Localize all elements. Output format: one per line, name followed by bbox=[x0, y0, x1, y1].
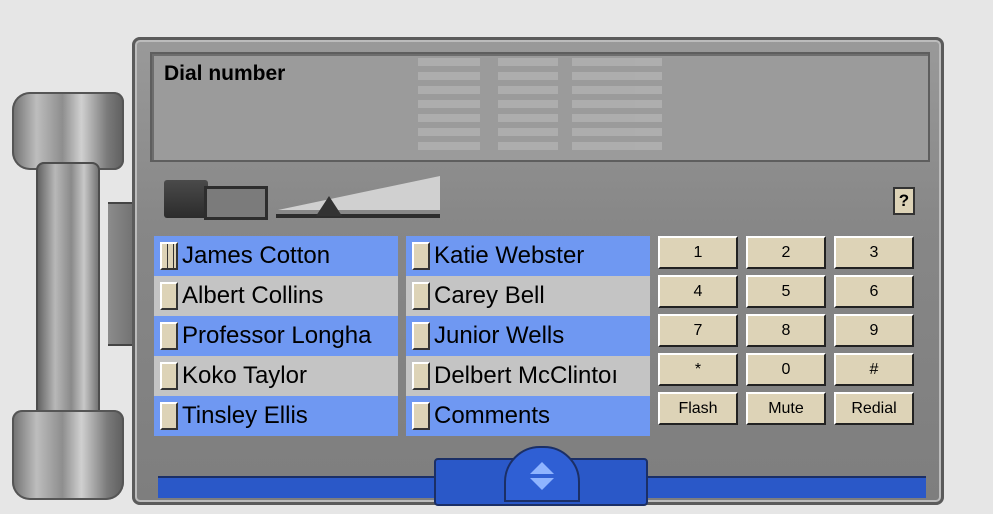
speed-dial-button[interactable] bbox=[160, 242, 178, 270]
volume-track bbox=[276, 214, 440, 218]
speed-dial-name: Professor Longha bbox=[182, 322, 372, 349]
speed-dial-entry[interactable]: Delbert McClintoı bbox=[406, 356, 650, 396]
speed-dial-name: Comments bbox=[434, 402, 551, 429]
speed-dial-button[interactable] bbox=[412, 282, 430, 310]
help-button[interactable]: ? bbox=[893, 187, 915, 215]
speed-dial-button[interactable] bbox=[160, 322, 178, 350]
speed-dial-entry[interactable]: Junior Wells bbox=[406, 316, 650, 356]
key-2[interactable]: 2 bbox=[746, 236, 826, 269]
key-hash[interactable]: # bbox=[834, 353, 914, 386]
key-star[interactable]: * bbox=[658, 353, 738, 386]
speed-dial-button[interactable] bbox=[160, 282, 178, 310]
display-title: Dial number bbox=[164, 62, 286, 85]
speed-dial-button[interactable] bbox=[412, 362, 430, 390]
redial-button[interactable]: Redial bbox=[834, 392, 914, 425]
speed-dial-entry[interactable]: Koko Taylor bbox=[154, 356, 398, 396]
speed-dial-name: Katie Webster bbox=[434, 242, 585, 269]
display-panel: Dial number bbox=[150, 52, 930, 162]
ibm-logo bbox=[418, 58, 662, 154]
speed-dial-button[interactable] bbox=[412, 322, 430, 350]
speed-dial-entry[interactable]: Comments bbox=[406, 396, 650, 436]
key-6[interactable]: 6 bbox=[834, 275, 914, 308]
speed-dial-column-1: James Cotton Albert Collins Professor Lo… bbox=[154, 236, 398, 436]
handset-earpiece bbox=[12, 92, 124, 170]
speed-dial-name: Albert Collins bbox=[182, 282, 324, 309]
speed-dial-entry[interactable]: Katie Webster bbox=[406, 236, 650, 276]
speed-dial-button[interactable] bbox=[412, 402, 430, 430]
speed-dial-entry[interactable]: Albert Collins bbox=[154, 276, 398, 316]
key-5[interactable]: 5 bbox=[746, 275, 826, 308]
speed-dial-entry[interactable]: Professor Longha bbox=[154, 316, 398, 356]
handset-mouthpiece bbox=[12, 410, 124, 500]
speed-dial-entry[interactable]: James Cotton bbox=[154, 236, 398, 276]
volume-slider[interactable] bbox=[276, 196, 440, 222]
speed-dial-button[interactable] bbox=[160, 402, 178, 430]
speed-dial-entry[interactable]: Carey Bell bbox=[406, 276, 650, 316]
speed-dial-column-2: Katie Webster Carey Bell Junior Wells De… bbox=[406, 236, 650, 436]
key-0[interactable]: 0 bbox=[746, 353, 826, 386]
speed-dial-entry[interactable]: Tinsley Ellis bbox=[154, 396, 398, 436]
key-1[interactable]: 1 bbox=[658, 236, 738, 269]
speed-dial-name: Koko Taylor bbox=[182, 362, 307, 389]
speed-dial-name: Junior Wells bbox=[434, 322, 565, 349]
volume-thumb[interactable] bbox=[316, 196, 342, 216]
dial-keypad: 1 2 3 4 5 6 7 8 9 * 0 # Flash Mute Redia… bbox=[658, 236, 914, 425]
speed-dial-name: Delbert McClintoı bbox=[434, 362, 619, 389]
key-8[interactable]: 8 bbox=[746, 314, 826, 347]
speed-dial-name: Tinsley Ellis bbox=[182, 402, 308, 429]
speed-dial-button[interactable] bbox=[160, 362, 178, 390]
key-4[interactable]: 4 bbox=[658, 275, 738, 308]
key-7[interactable]: 7 bbox=[658, 314, 738, 347]
mute-button[interactable]: Mute bbox=[746, 392, 826, 425]
speed-dial-name: Carey Bell bbox=[434, 282, 545, 309]
hook-switch-icon[interactable] bbox=[164, 178, 268, 220]
speed-dial-button[interactable] bbox=[412, 242, 430, 270]
key-3[interactable]: 3 bbox=[834, 236, 914, 269]
speed-dial-name: James Cotton bbox=[182, 242, 331, 269]
handset-grip bbox=[36, 162, 100, 418]
flash-button[interactable]: Flash bbox=[658, 392, 738, 425]
telephone-handset-icon[interactable] bbox=[12, 92, 156, 500]
key-9[interactable]: 9 bbox=[834, 314, 914, 347]
